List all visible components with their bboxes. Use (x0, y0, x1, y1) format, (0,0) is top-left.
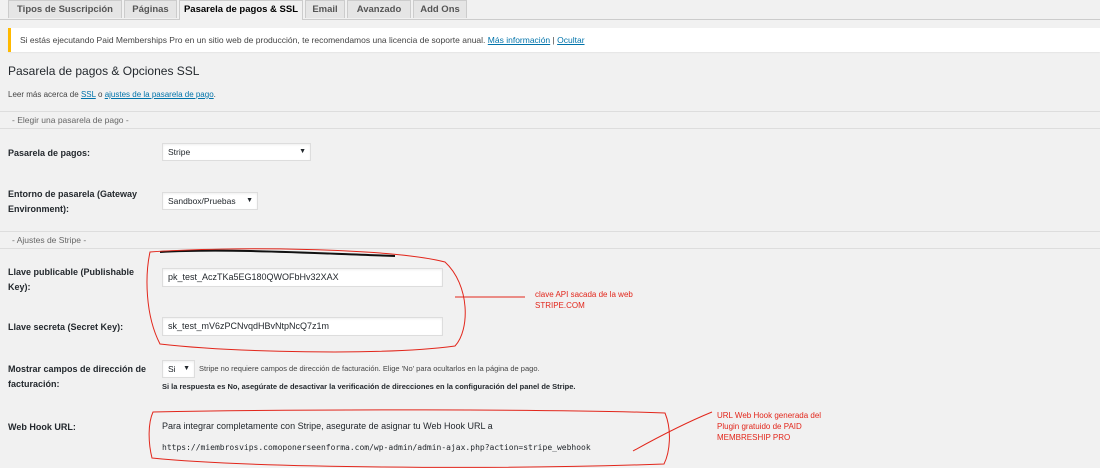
tab-pages[interactable]: Páginas (124, 0, 177, 18)
webhook-ellipse (148, 409, 670, 468)
gateway-select[interactable]: Stripe ▼ (162, 143, 311, 161)
intro-middle: o (98, 90, 103, 99)
publishable-key-label: Llave publicable (Publishable Key): (8, 267, 135, 292)
billing-address-select-value: Si (168, 364, 176, 374)
api-key-annotation: clave API sacada de la web STRIPE.COM (535, 290, 633, 310)
webhook-url: https://miembrosvips.comoponerseenforma.… (162, 443, 591, 452)
chevron-down-icon: ▼ (246, 197, 253, 204)
tab-email[interactable]: Email (305, 0, 345, 18)
secret-key-label: Llave secreta (Secret Key): (8, 322, 124, 332)
gateway-settings-link[interactable]: ajustes de la pasarela de pago (105, 90, 214, 99)
section-choose-gateway: - Elegir una pasarela de pago - (0, 111, 1100, 129)
tab-addons[interactable]: Add Ons (413, 0, 467, 18)
intro-text: Leer más acerca de SSL o ajustes de la p… (8, 90, 216, 99)
billing-address-note: Si la respuesta es No, asegúrate de desa… (162, 382, 576, 391)
tab-subscription-types[interactable]: Tipos de Suscripción (8, 0, 122, 18)
chevron-down-icon: ▼ (299, 148, 306, 155)
scribble-line (159, 249, 396, 257)
api-key-ellipse (146, 248, 466, 353)
gateway-label: Pasarela de pagos: (8, 148, 91, 158)
intro-suffix: . (213, 90, 216, 99)
license-notice: Si estás ejecutando Paid Memberships Pro… (8, 28, 1100, 52)
more-info-link[interactable]: Más información (488, 35, 550, 45)
webhook-instructions: Para integrar completamente con Stripe, … (162, 421, 493, 431)
section-stripe-settings: - Ajustes de Stripe - (0, 231, 1100, 249)
page-title: Pasarela de pagos & Opciones SSL (8, 64, 200, 78)
chevron-down-icon: ▼ (183, 365, 190, 372)
tab-advanced[interactable]: Avanzado (347, 0, 411, 18)
intro-prefix: Leer más acerca de (8, 90, 79, 99)
environment-label: Entorno de pasarela (Gateway Environment… (8, 189, 138, 214)
webhook-label: Web Hook URL: (8, 422, 76, 432)
notice-separator: | (552, 35, 555, 45)
billing-address-hint: Stripe no requiere campos de dirección d… (199, 364, 540, 373)
hide-notice-link[interactable]: Ocultar (557, 35, 584, 45)
tab-payment-gateway-ssl[interactable]: Pasarela de pagos & SSL (179, 0, 303, 20)
gateway-select-value: Stripe (168, 147, 191, 157)
notice-text: Si estás ejecutando Paid Memberships Pro… (20, 35, 486, 45)
secret-key-input[interactable]: sk_test_mV6zPCNvqdHBvNtpNcQ7z1m (162, 317, 443, 336)
environment-select[interactable]: Sandbox/Pruebas ▼ (162, 192, 258, 210)
webhook-arrow-line (632, 411, 713, 452)
environment-select-value: Sandbox/Pruebas (168, 196, 236, 206)
webhook-annotation: URL Web Hook generada del Plugin gratuid… (717, 411, 822, 442)
publishable-key-input[interactable]: pk_test_AczTKa5EG180QWOFbHv32XAX (162, 268, 443, 287)
ssl-link[interactable]: SSL (81, 90, 96, 99)
billing-address-label: Mostrar campos de dirección de facturaci… (8, 364, 147, 389)
settings-tabs: Tipos de Suscripción Páginas Pasarela de… (0, 0, 1100, 20)
billing-address-select[interactable]: Si ▼ (162, 360, 195, 378)
